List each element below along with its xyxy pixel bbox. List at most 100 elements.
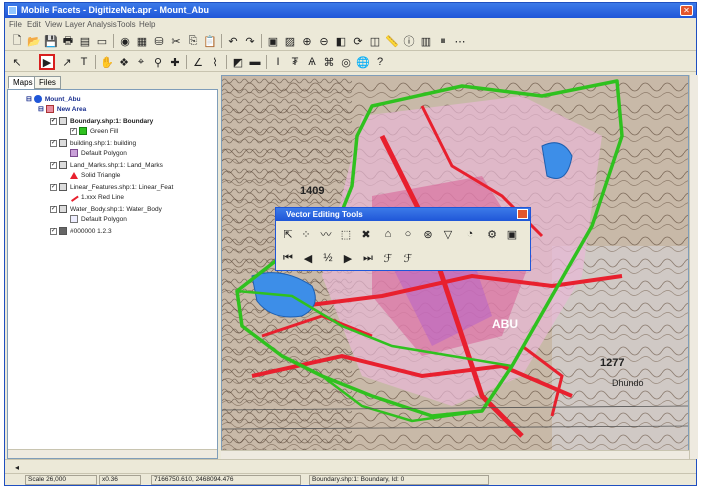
zoom-previous-icon[interactable]: ◧ (333, 33, 349, 49)
layer-row[interactable]: ✓ Land_Marks.shp:1: Land_Marks (50, 160, 163, 170)
legend-item: Solid Triangle (70, 170, 120, 180)
menu-analysis[interactable]: Analysis (87, 20, 117, 29)
map-horizontal-scrollbar[interactable] (221, 450, 689, 459)
pan-icon[interactable]: ✋ (99, 54, 115, 70)
layer-row[interactable]: ✓ Boundary.shp:1: Boundary (50, 116, 153, 126)
digitize-polygon-icon[interactable]: ⬚ (338, 226, 354, 242)
zoom-readout: x0.36 (99, 475, 141, 485)
snap-icon[interactable]: ⊛ (420, 226, 436, 242)
menu-layer[interactable]: Layer (65, 20, 85, 29)
edit-vertex-icon[interactable]: ↗ (59, 54, 75, 70)
close-icon[interactable] (517, 209, 528, 219)
layer-row[interactable]: ✓ Linear_Features.shp:1: Linear_Feat (50, 182, 173, 192)
feature-edit-icon[interactable]: ℱ (380, 250, 396, 266)
menu-file[interactable]: File (9, 20, 22, 29)
undo-icon[interactable]: ↶ (225, 33, 241, 49)
measure-icon[interactable]: 📏 (384, 33, 400, 49)
layout-icon[interactable]: ▭ (94, 33, 110, 49)
globe-icon[interactable]: 🌐 (355, 54, 371, 70)
print-preview-icon[interactable]: ▤ (77, 33, 93, 49)
tab-files[interactable]: Files (34, 76, 61, 89)
layer-checkbox[interactable]: ✓ (50, 139, 57, 147)
pointer-icon[interactable]: ↖ (9, 54, 25, 70)
legend-item: ✓ Green Fill (70, 126, 118, 136)
digitize-line-icon[interactable]: 〰 (318, 226, 334, 242)
close-toolbar-icon[interactable]: ▣ (504, 226, 520, 242)
database-icon[interactable]: ⛁ (151, 33, 167, 49)
help-icon[interactable]: ? (372, 54, 388, 70)
line-color-icon[interactable]: ▬ (247, 54, 263, 70)
legend-label: Solid Triangle (81, 171, 121, 179)
first-record-icon[interactable]: ⏮ (280, 250, 296, 266)
pause-icon[interactable]: ⏸ (435, 33, 451, 49)
layer-checkbox[interactable]: ✓ (50, 183, 57, 191)
legend-checkbox[interactable]: ✓ (70, 127, 77, 135)
more-tools-icon[interactable]: ⋯ (452, 33, 468, 49)
vertex-edit-icon[interactable]: ⁘ (298, 226, 314, 242)
label-icon[interactable]: ₮ (287, 54, 303, 70)
rotate-icon[interactable]: ◔ (462, 226, 478, 242)
text-tool-icon[interactable]: T (76, 54, 92, 70)
buffer-icon[interactable]: ◎ (338, 54, 354, 70)
overview-icon[interactable]: ◫ (367, 33, 383, 49)
layer-checkbox[interactable]: ✓ (50, 161, 57, 169)
new-file-icon[interactable]: 🗋 (9, 33, 25, 49)
menu-help[interactable]: Help (139, 20, 155, 29)
next-record-icon[interactable]: ▶ (340, 250, 356, 266)
draw-polyline-icon[interactable]: ⌇ (207, 54, 223, 70)
refresh-icon[interactable]: ⟳ (350, 33, 366, 49)
layer-checkbox[interactable]: ✓ (50, 227, 57, 235)
cut-icon[interactable]: ✂ (168, 33, 184, 49)
zoom-layer-icon[interactable]: ▨ (282, 33, 298, 49)
layer-checkbox[interactable]: ✓ (50, 205, 57, 213)
text-style-icon[interactable]: Ѧ (304, 54, 320, 70)
feature-props-icon[interactable]: ℱ (400, 250, 416, 266)
info-icon[interactable]: ⓘ (401, 33, 417, 49)
layer-row[interactable]: ✓ Water_Body.shp:1: Water_Body (50, 204, 162, 214)
zoom-in-icon[interactable]: ⊕ (299, 33, 315, 49)
identify-icon[interactable]: ⌖ (133, 54, 149, 70)
open-folder-icon[interactable]: 📂 (26, 33, 42, 49)
query-icon[interactable]: ⌘ (321, 54, 337, 70)
redo-icon[interactable]: ↷ (242, 33, 258, 49)
draw-line-icon[interactable]: ∠ (190, 54, 206, 70)
hyperlink-icon[interactable]: ⚲ (150, 54, 166, 70)
layer-checkbox[interactable]: ✓ (50, 117, 57, 125)
reshape-icon[interactable]: ⌂ (380, 226, 396, 242)
last-record-icon[interactable]: ⏭ (360, 250, 376, 266)
attribute-table-icon[interactable]: ▥ (418, 33, 434, 49)
symbol-icon[interactable]: ❖ (116, 54, 132, 70)
paste-icon[interactable]: 📋 (202, 33, 218, 49)
toc-tabs: Maps Files (6, 74, 221, 90)
font-icon[interactable]: I (270, 54, 286, 70)
full-extent-icon[interactable]: ▣ (265, 33, 281, 49)
add-layer-icon[interactable]: ◉ (117, 33, 133, 49)
table-icon[interactable]: ▦ (134, 33, 150, 49)
copy-icon[interactable]: ⎘ (185, 33, 201, 49)
legend-item: Default Polygon (70, 148, 127, 158)
options-icon[interactable]: ⚙ (484, 226, 500, 242)
previous-record-icon[interactable]: ◀ (300, 250, 316, 266)
shape-dropdown-icon[interactable]: ▽ (440, 226, 456, 242)
close-button[interactable]: ✕ (680, 5, 693, 16)
zoom-out-icon[interactable]: ⊖ (316, 33, 332, 49)
map-label: Dhundo (612, 378, 644, 388)
select-feature-icon[interactable]: ⇱ (280, 226, 296, 242)
layer-row[interactable]: ✓ building.shp:1: building (50, 138, 136, 148)
map-node[interactable]: ⊟ Mount_Abu (26, 94, 81, 104)
circle-tool-icon[interactable]: ○ (400, 226, 416, 242)
select-arrow-button[interactable]: ▶ (39, 54, 55, 70)
toc-horizontal-scrollbar[interactable] (8, 449, 217, 458)
menu-edit[interactable]: Edit (27, 20, 41, 29)
menu-view[interactable]: View (45, 20, 62, 29)
save-icon[interactable]: 💾 (43, 33, 59, 49)
menu-tools[interactable]: Tools (117, 20, 136, 29)
add-point-icon[interactable]: ✚ (167, 54, 183, 70)
group-node[interactable]: ⊟ New Area (38, 104, 86, 114)
print-icon[interactable]: 🖶 (60, 33, 76, 49)
menu-bar: File Edit View Layer Analysis Tools Help (5, 18, 696, 31)
delete-feature-icon[interactable]: ✖ (358, 226, 374, 242)
layer-row[interactable]: ✓ #000000 1.2.3 (50, 226, 112, 236)
fill-color-icon[interactable]: ◩ (230, 54, 246, 70)
map-vertical-scrollbar[interactable] (689, 75, 698, 459)
